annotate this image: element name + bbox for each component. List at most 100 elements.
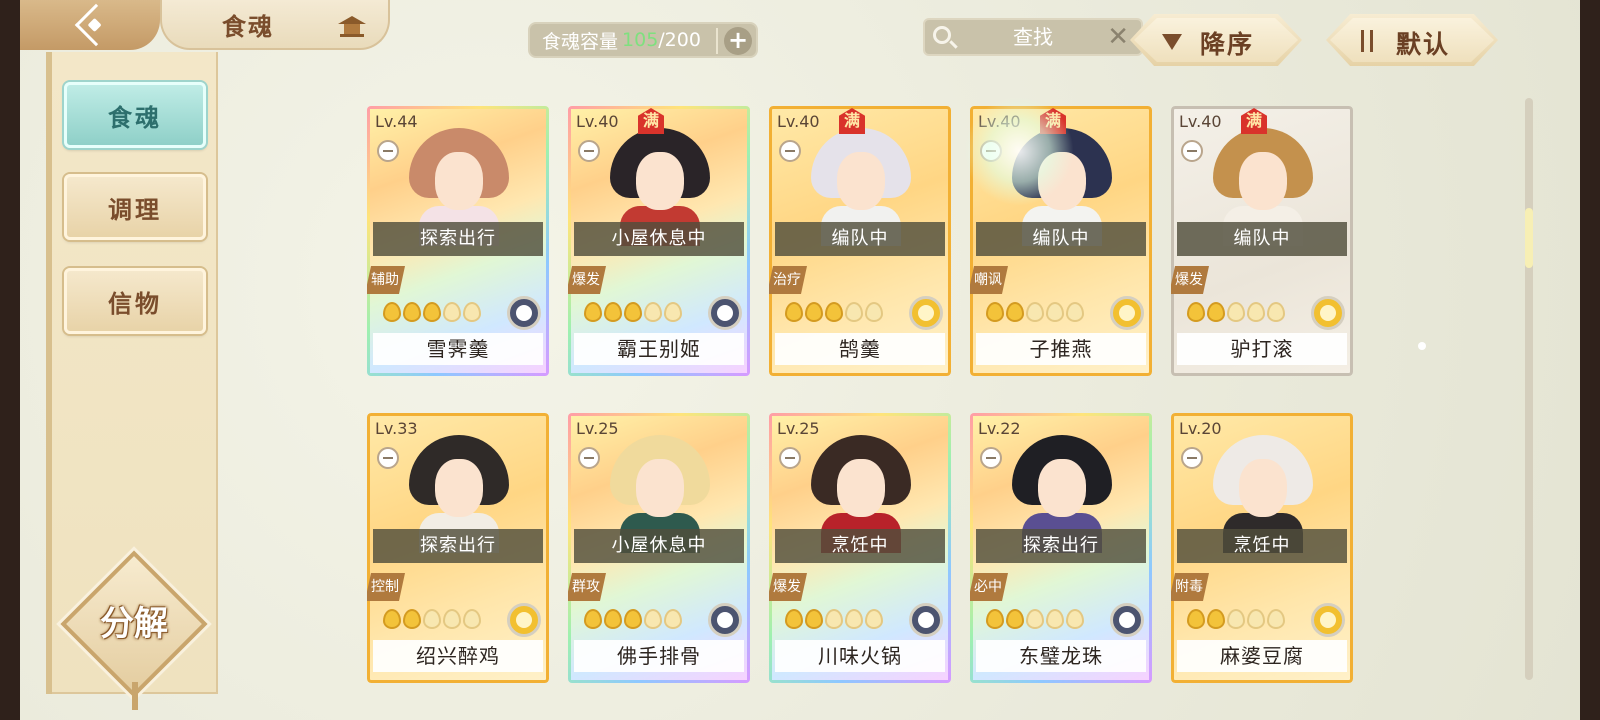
star-flame-icon — [1247, 609, 1265, 629]
back-button[interactable] — [20, 0, 160, 50]
card-name: 东璧龙珠 — [976, 640, 1146, 672]
food-soul-card[interactable]: Lv.25 烹饪中 爆发 川味火锅 — [769, 413, 951, 683]
star-rating — [785, 302, 883, 322]
star-flame-icon — [604, 302, 622, 322]
food-soul-card[interactable]: Lv.33 探索出行 控制 绍兴醉鸡 — [367, 413, 549, 683]
sidebar-item-label: 信物 — [108, 288, 162, 318]
add-capacity-button[interactable]: + — [724, 27, 752, 55]
sparkle-dot — [1418, 342, 1426, 350]
scrollbar-thumb[interactable] — [1525, 208, 1533, 268]
star-flame-icon — [785, 609, 803, 629]
star-flame-icon — [383, 302, 401, 322]
star-flame-icon — [1026, 609, 1044, 629]
sidebar-item-tokens[interactable]: 信物 — [64, 268, 206, 334]
star-flame-icon — [1026, 302, 1044, 322]
food-soul-card[interactable]: Lv.40 满编队中 爆发 驴打滚 — [1171, 106, 1353, 376]
card-name: 鹄羹 — [775, 333, 945, 365]
minus-icon[interactable] — [779, 447, 801, 469]
minus-icon[interactable] — [1181, 140, 1203, 162]
star-flame-icon — [403, 302, 421, 322]
decompose-label[interactable]: 分解 — [74, 596, 194, 645]
element-icon — [909, 603, 943, 637]
star-flame-icon — [1267, 302, 1285, 322]
star-flame-icon — [624, 609, 642, 629]
sort-mode-button[interactable]: 默认 — [1326, 14, 1498, 66]
food-soul-screen: 食魂 食魂容量 105 /200 + 查找 ✕ 降序 默认 食魂 调理 信物 分… — [20, 0, 1580, 720]
sidebar-item-label: 食魂 — [108, 102, 162, 132]
sort-mode-label: 默认 — [1396, 30, 1451, 59]
role-badge: 附毒 — [1171, 573, 1209, 601]
star-rating — [1187, 609, 1285, 629]
star-flame-icon — [423, 609, 441, 629]
star-flame-icon — [845, 302, 863, 322]
card-level: Lv.33 — [375, 419, 418, 438]
star-flame-icon — [403, 609, 421, 629]
sidebar-item-conditioning[interactable]: 调理 — [64, 174, 206, 240]
role-badge: 治疗 — [769, 266, 807, 294]
element-icon — [708, 296, 742, 330]
star-flame-icon — [825, 302, 843, 322]
food-soul-card[interactable]: Lv.22 探索出行 必中 东璧龙珠 — [970, 413, 1152, 683]
star-flame-icon — [1207, 302, 1225, 322]
card-status: 烹饪中 — [775, 529, 945, 563]
star-flame-icon — [865, 302, 883, 322]
role-badge: 必中 — [970, 573, 1008, 601]
pavilion-icon — [338, 12, 366, 38]
food-soul-card[interactable]: Lv.20 烹饪中 附毒 麻婆豆腐 — [1171, 413, 1353, 683]
star-flame-icon — [845, 609, 863, 629]
star-rating — [785, 609, 883, 629]
star-flame-icon — [463, 302, 481, 322]
search-box[interactable]: 查找 ✕ — [923, 18, 1143, 56]
minus-icon[interactable] — [1181, 447, 1203, 469]
element-icon — [708, 603, 742, 637]
sort-order-button[interactable]: 降序 — [1130, 14, 1302, 66]
food-soul-card[interactable]: Lv.25 小屋休息中 群攻 佛手排骨 — [568, 413, 750, 683]
minus-icon[interactable] — [578, 140, 600, 162]
minus-icon[interactable] — [578, 447, 600, 469]
element-icon — [1311, 603, 1345, 637]
minus-icon[interactable] — [377, 447, 399, 469]
screen-right-bezel — [1580, 0, 1600, 720]
card-name: 驴打滚 — [1177, 333, 1347, 365]
page-title: 食魂 — [222, 11, 274, 41]
capacity-current: 105 — [622, 29, 659, 51]
role-badge: 嘲讽 — [970, 266, 1008, 294]
star-flame-icon — [1066, 302, 1084, 322]
role-badge: 爆发 — [1171, 266, 1209, 294]
food-soul-card[interactable]: Lv.40 满小屋休息中 爆发 霸王别姬 — [568, 106, 750, 376]
card-status: 探索出行 — [373, 222, 543, 256]
element-icon — [909, 296, 943, 330]
star-flame-icon — [1267, 609, 1285, 629]
element-icon — [507, 603, 541, 637]
capacity-display: 食魂容量 105 /200 + — [528, 22, 758, 58]
star-flame-icon — [644, 609, 662, 629]
star-flame-icon — [624, 302, 642, 322]
element-icon — [1110, 603, 1144, 637]
card-status: 编队中 — [976, 222, 1146, 256]
card-status: 探索出行 — [976, 529, 1146, 563]
star-flame-icon — [604, 609, 622, 629]
minus-icon[interactable] — [779, 140, 801, 162]
sidebar-item-label: 调理 — [108, 194, 162, 224]
star-rating — [383, 609, 481, 629]
card-name: 绍兴醉鸡 — [373, 640, 543, 672]
card-name: 川味火锅 — [775, 640, 945, 672]
minus-icon[interactable] — [377, 140, 399, 162]
sidebar-item-food-soul[interactable]: 食魂 — [64, 82, 206, 148]
food-soul-card[interactable]: Lv.44 探索出行 辅助 雪霁羹 — [367, 106, 549, 376]
star-flame-icon — [664, 302, 682, 322]
food-soul-card[interactable]: Lv.40 满编队中 治疗 鹄羹 — [769, 106, 951, 376]
star-flame-icon — [443, 302, 461, 322]
card-level: Lv.40 — [1179, 112, 1222, 131]
element-icon — [1110, 296, 1144, 330]
capacity-divider — [716, 28, 718, 54]
scrollbar[interactable] — [1525, 98, 1533, 680]
tassel-ornament — [132, 682, 138, 710]
card-status: 探索出行 — [373, 529, 543, 563]
star-rating — [383, 302, 481, 322]
card-level: Lv.40 — [576, 112, 619, 131]
star-flame-icon — [1187, 609, 1205, 629]
minus-icon[interactable] — [980, 447, 1002, 469]
clear-search-icon[interactable]: ✕ — [1107, 22, 1129, 52]
star-flame-icon — [805, 302, 823, 322]
